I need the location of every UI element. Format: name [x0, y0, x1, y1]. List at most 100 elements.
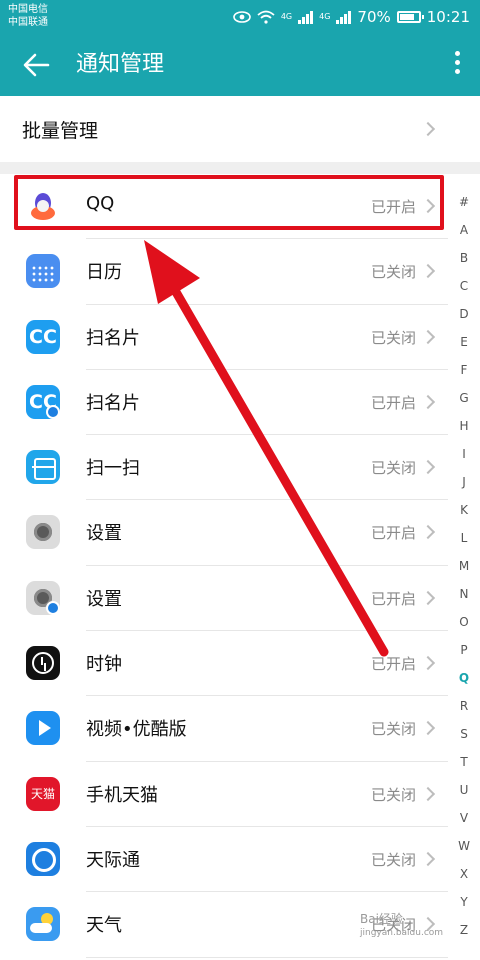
app-row[interactable]: CC 扫名片 已关闭	[0, 305, 448, 370]
network-type-2: 4G	[319, 12, 331, 21]
index-letter[interactable]: #	[452, 192, 476, 220]
chevron-right-icon	[420, 656, 436, 671]
index-letter[interactable]: F	[452, 360, 476, 388]
app-bar: 通知管理	[0, 34, 480, 96]
index-letter[interactable]: X	[452, 864, 476, 892]
notification-state: 已关闭	[370, 850, 416, 869]
index-letter[interactable]: B	[452, 248, 476, 276]
index-letter[interactable]: S	[452, 724, 476, 752]
battery-percent: 70%	[357, 8, 391, 26]
signal-icon-2	[336, 10, 352, 24]
app-row[interactable]: 设置 已开启	[0, 500, 448, 566]
app-row[interactable]: 天际通 已关闭	[0, 827, 448, 893]
chevron-right-icon	[420, 460, 436, 475]
index-letter[interactable]: T	[452, 752, 476, 780]
video-play-icon	[26, 711, 60, 746]
index-letter[interactable]: K	[452, 500, 476, 528]
wifi-icon	[257, 10, 275, 24]
chevron-right-icon	[420, 590, 436, 605]
clock-time: 10:21	[426, 8, 470, 26]
index-letter[interactable]: J	[452, 472, 476, 500]
carrier-info: 中国电信 中国联通	[8, 3, 48, 29]
calendar-icon	[26, 254, 60, 289]
carrier-2: 中国联通	[8, 17, 48, 28]
index-letter[interactable]: Z	[452, 920, 476, 948]
app-name: 时钟	[86, 654, 122, 676]
app-list: QQ 已开启 日历 已关闭 CC 扫名片 已关闭 CC 扫名片 已开启 扫一扫 已关闭 设置 已开启 设置已…	[0, 174, 448, 958]
battery-icon	[396, 11, 424, 23]
app-row[interactable]: 日历 已关闭	[0, 239, 448, 305]
notification-state: 已开启	[370, 393, 416, 412]
index-letter[interactable]: O	[452, 612, 476, 640]
notification-state: 已开启	[370, 589, 416, 608]
app-row[interactable]: 设置 已开启	[0, 566, 448, 632]
watermark: Bai经验 jingyan.baidu.com	[360, 912, 443, 940]
app-name: 扫名片	[86, 327, 140, 349]
chevron-right-icon	[420, 264, 436, 279]
app-row[interactable]: 天猫 手机天猫 已关闭	[0, 762, 448, 827]
index-letter[interactable]: Y	[452, 892, 476, 920]
index-letter[interactable]: E	[452, 332, 476, 360]
notification-state: 已开启	[370, 524, 416, 543]
index-letter[interactable]: G	[452, 388, 476, 416]
index-letter[interactable]: R	[452, 696, 476, 724]
alphabet-index[interactable]: # A B C D E F G H I J K L M N O P Q R S T U V W X Y Z	[452, 192, 476, 948]
app-name: 天气	[86, 915, 122, 937]
clock-icon	[26, 646, 60, 681]
index-letter[interactable]: D	[452, 304, 476, 332]
network-type-1: 4G	[280, 12, 293, 21]
index-letter[interactable]: V	[452, 808, 476, 836]
tmall-icon: 天猫	[26, 776, 60, 811]
app-name: 设置	[86, 588, 122, 610]
app-name: 天际通	[86, 849, 140, 871]
app-row[interactable]: 视频•优酷版 已关闭	[0, 696, 448, 762]
chevron-right-icon	[420, 394, 436, 409]
app-twin-badge-icon	[46, 404, 60, 419]
app-name: 设置	[86, 523, 122, 545]
app-row[interactable]: 时钟 已开启	[0, 631, 448, 697]
index-letter[interactable]: L	[452, 528, 476, 556]
app-name: 扫一扫	[86, 458, 140, 480]
notification-state: 已关闭	[370, 785, 416, 804]
app-name: 日历	[86, 262, 122, 284]
chevron-right-icon	[420, 329, 436, 344]
index-letter[interactable]: P	[452, 640, 476, 668]
app-twin-badge-icon	[46, 600, 60, 615]
index-letter[interactable]: M	[452, 556, 476, 584]
app-name: 扫名片	[86, 392, 140, 414]
index-letter[interactable]: U	[452, 780, 476, 808]
status-bar: 中国电信 中国联通 4G 4G 70% 10:21	[0, 0, 480, 34]
batch-manage-label: 批量管理	[22, 120, 99, 142]
index-letter[interactable]: N	[452, 584, 476, 612]
chevron-right-icon	[420, 851, 436, 867]
highlight-box	[14, 175, 444, 230]
notification-state: 已开启	[370, 655, 416, 674]
tmall-icon-text: 天猫	[30, 786, 55, 801]
index-letter[interactable]: H	[452, 416, 476, 444]
batch-manage-item[interactable]: 批量管理	[0, 96, 480, 162]
weather-icon	[26, 907, 60, 942]
status-icons: 4G 4G 70% 10:21	[233, 6, 470, 28]
index-letter[interactable]: C	[452, 276, 476, 304]
carrier-1: 中国电信	[8, 4, 48, 15]
section-divider	[0, 162, 480, 174]
chevron-right-icon	[420, 786, 436, 801]
card-scan-icon: CC	[26, 319, 60, 354]
index-letter[interactable]: I	[452, 444, 476, 472]
index-letter[interactable]: W	[452, 836, 476, 864]
watermark-url: jingyan.baidu.com	[360, 928, 444, 938]
app-name: 手机天猫	[86, 784, 158, 806]
index-letter[interactable]: Q	[452, 668, 476, 696]
scan-icon	[26, 450, 60, 485]
app-row[interactable]: 扫一扫 已关闭	[0, 435, 448, 501]
app-name: 视频•优酷版	[86, 719, 187, 741]
more-vert-icon[interactable]	[450, 48, 464, 82]
watermark-brand: Bai经验	[360, 912, 403, 926]
notification-state: 已关闭	[370, 328, 416, 347]
signal-icon-1	[298, 10, 314, 24]
back-arrow-icon[interactable]	[18, 48, 54, 82]
index-letter[interactable]: A	[452, 220, 476, 248]
app-row[interactable]: CC 扫名片 已开启	[0, 370, 448, 436]
notification-state: 已关闭	[370, 263, 416, 282]
page-title: 通知管理	[76, 52, 165, 77]
